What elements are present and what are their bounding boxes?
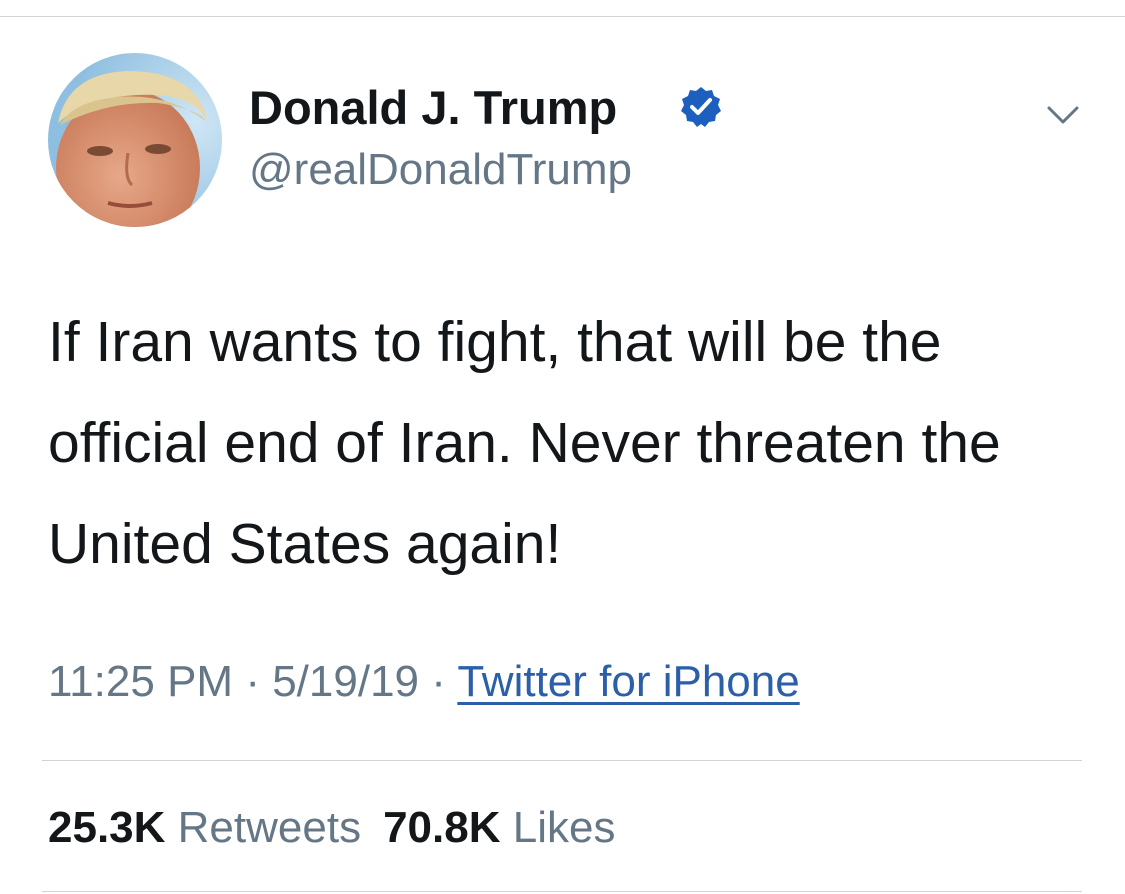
top-divider — [0, 16, 1125, 17]
likes-label: Likes — [512, 803, 616, 852]
stats-bottom-divider — [42, 891, 1082, 892]
profile-avatar[interactable] — [48, 53, 222, 227]
retweets-count: 25.3K — [48, 803, 166, 852]
tweet-text: If Iran wants to fight, that will be the… — [48, 310, 1001, 576]
tweet-source-link[interactable]: Twitter for iPhone — [457, 657, 799, 706]
stats-top-divider — [42, 760, 1082, 761]
likes-count: 70.8K — [383, 803, 501, 852]
likes-stat[interactable]: 70.8K Likes — [383, 803, 615, 852]
meta-separator: · — [431, 657, 446, 706]
author-display-name[interactable]: Donald J. Trump — [249, 78, 617, 138]
tweet-meta: 11:25 PM · 5/19/19 · Twitter for iPhone — [48, 652, 800, 712]
author-handle[interactable]: @realDonaldTrump — [249, 142, 632, 198]
chevron-down-icon[interactable] — [1043, 98, 1083, 134]
avatar-image — [48, 53, 222, 227]
retweets-label: Retweets — [177, 803, 362, 852]
tweet-time: 11:25 PM — [48, 657, 234, 706]
tweet-date: 5/19/19 — [272, 657, 420, 706]
tweet-stats: 25.3K Retweets 70.8K Likes — [48, 798, 615, 858]
retweets-stat[interactable]: 25.3K Retweets — [48, 803, 361, 852]
meta-separator: · — [245, 657, 260, 706]
verified-badge-icon — [681, 87, 721, 127]
